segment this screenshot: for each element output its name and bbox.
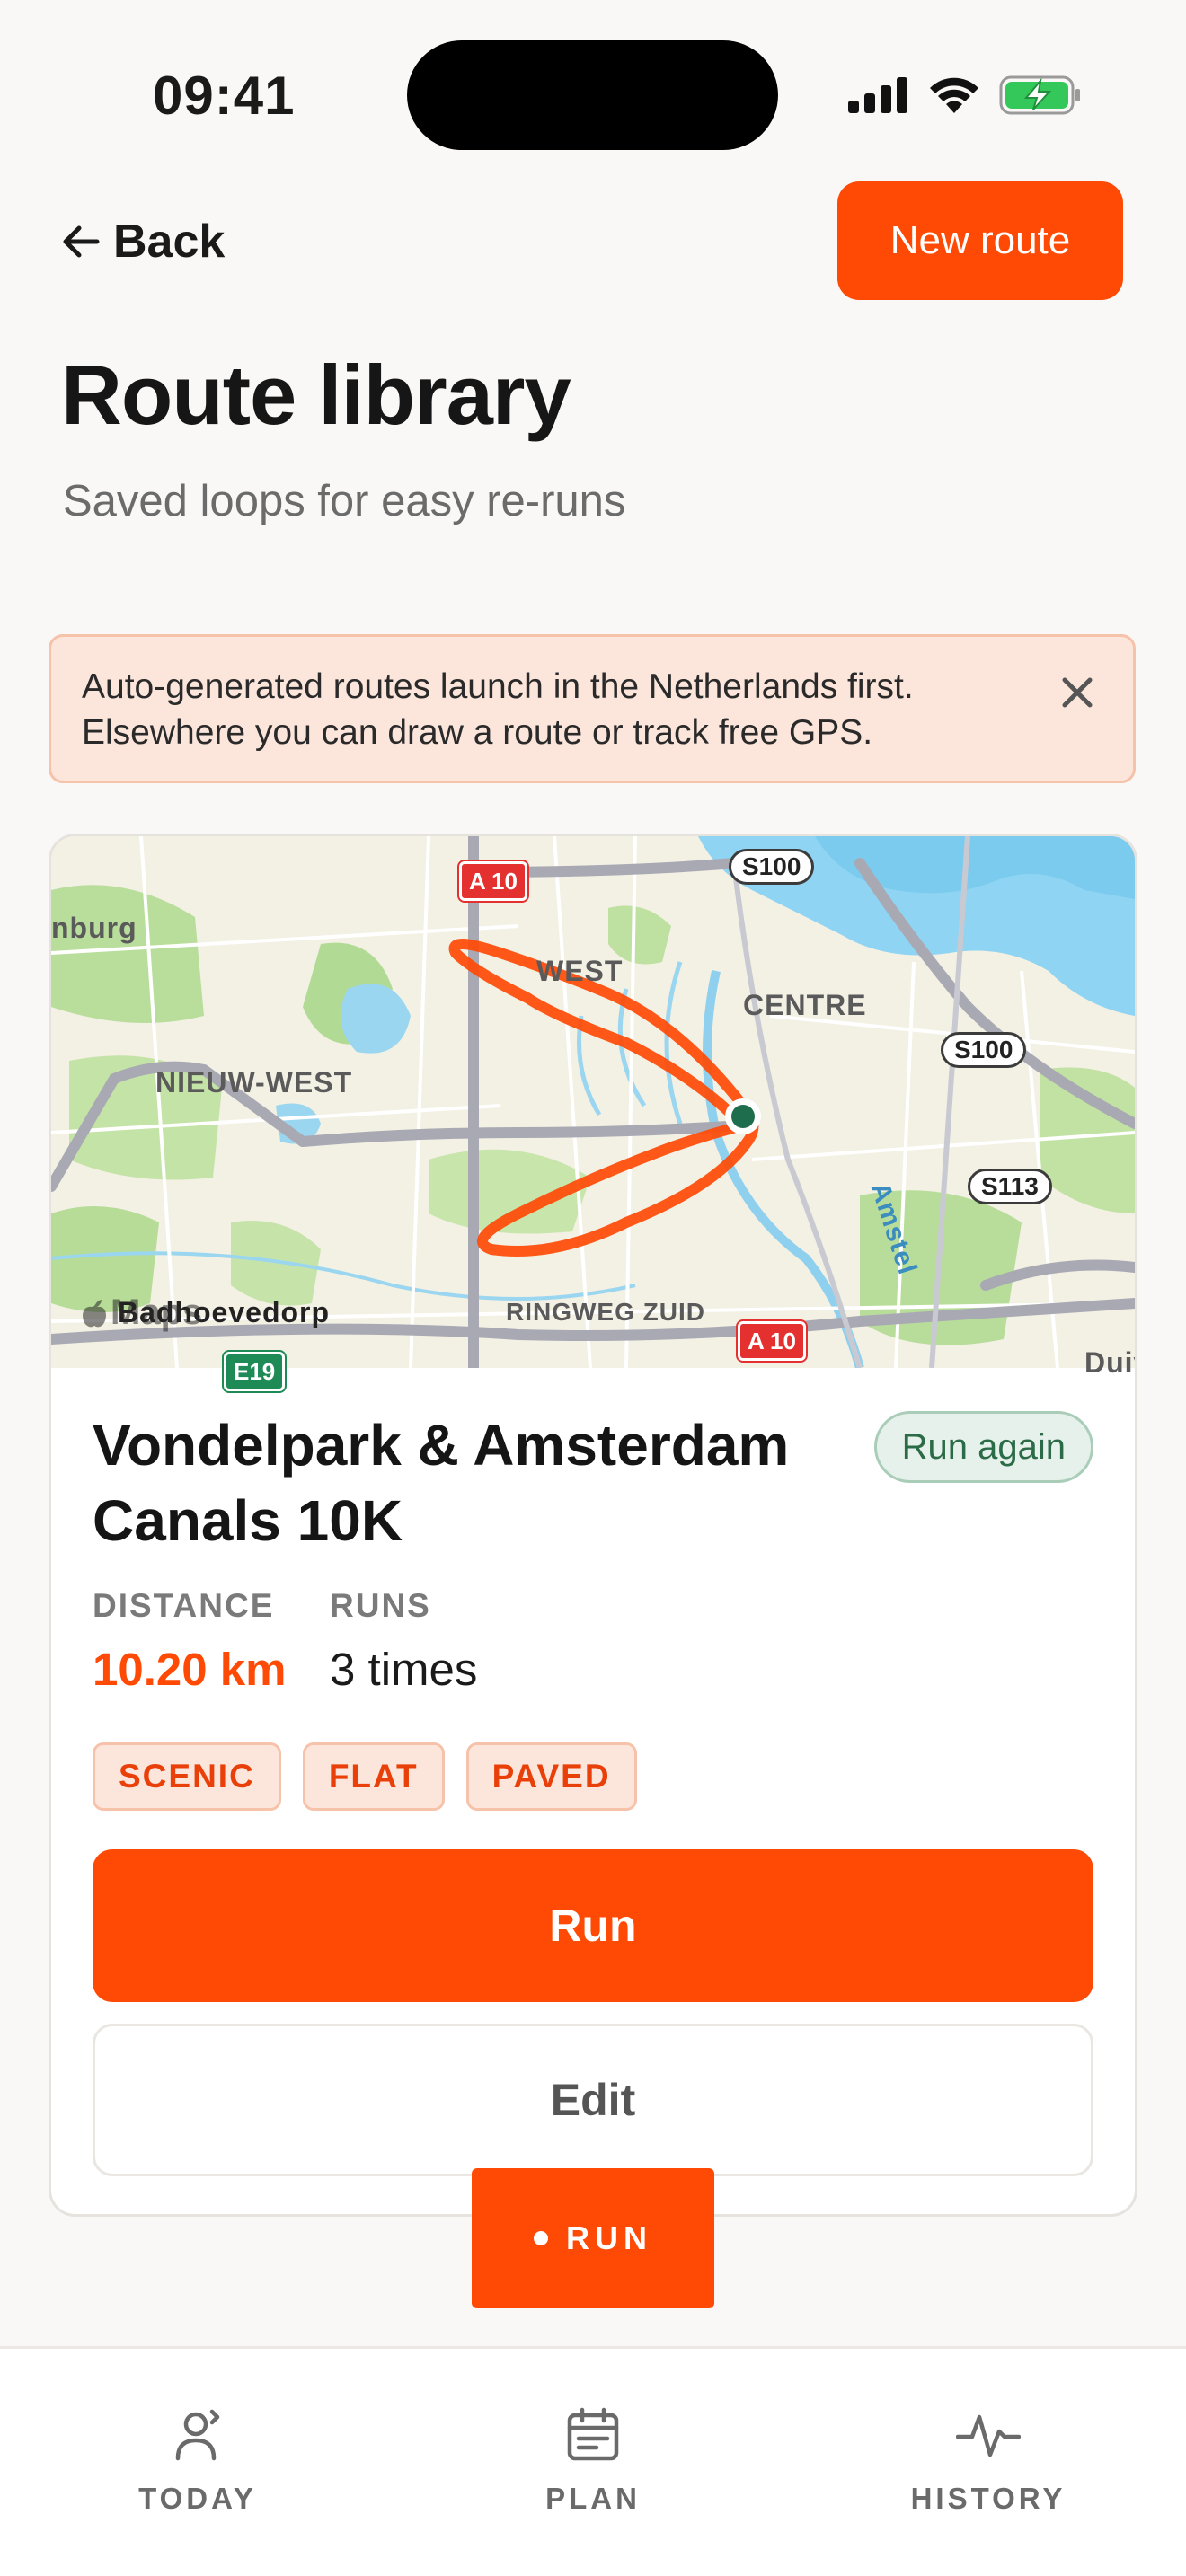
- tag-scenic: SCENIC: [93, 1742, 281, 1811]
- edit-button[interactable]: Edit: [93, 2024, 1093, 2176]
- map-label: RINGWEG ZUID: [506, 1298, 705, 1326]
- road-shield: S100: [729, 849, 815, 885]
- tab-plan[interactable]: PLAN: [458, 2406, 728, 2516]
- apple-logo-icon: [83, 1299, 106, 1327]
- back-link[interactable]: Back: [61, 210, 225, 273]
- runs-value: 3 times: [330, 1644, 478, 1695]
- page-subtitle: Saved loops for easy re-runs: [63, 477, 626, 525]
- back-label: Back: [113, 216, 226, 268]
- tab-history[interactable]: HISTORY: [854, 2406, 1123, 2516]
- activity-icon: [956, 2414, 1021, 2457]
- wifi-icon: [930, 77, 978, 113]
- route-title: Vondelpark & Amsterdam Canals 10K: [93, 1413, 790, 1553]
- battery-charging-icon: [999, 75, 1080, 115]
- road-shield: A 10: [459, 861, 527, 901]
- road-shield: E19: [224, 1352, 286, 1391]
- road-shield: A 10: [738, 1321, 806, 1361]
- status-time: 09:41: [153, 66, 296, 126]
- map-label: CENTRE: [743, 989, 867, 1021]
- new-route-button[interactable]: New route: [837, 181, 1123, 300]
- road-shield: S100: [941, 1032, 1027, 1068]
- banner-text: Auto-generated routes launch in the Neth…: [82, 667, 914, 752]
- tab-today-label: TODAY: [138, 2482, 257, 2515]
- page-title: Route library: [61, 348, 571, 442]
- tab-history-label: HISTORY: [910, 2482, 1067, 2515]
- map-label: nburg: [51, 912, 137, 944]
- recording-dot-icon: [534, 2231, 548, 2245]
- signal-icon: [848, 77, 907, 113]
- map-label: Duive: [1084, 1346, 1135, 1379]
- road-shield: S113: [968, 1169, 1052, 1204]
- map-label: NIEUW-WEST: [155, 1066, 353, 1098]
- info-banner: Auto-generated routes launch in the Neth…: [49, 634, 1136, 783]
- tab-today[interactable]: TODAY: [63, 2406, 332, 2516]
- close-icon[interactable]: [1056, 671, 1099, 714]
- maps-attribution-label: Maps: [111, 1292, 203, 1332]
- tab-plan-label: PLAN: [545, 2482, 641, 2515]
- route-tags: SCENIC FLAT PAVED: [93, 1742, 637, 1811]
- maps-attribution: Maps: [82, 1292, 202, 1333]
- calendar-icon: [567, 2407, 619, 2461]
- status-bar: 09:41: [0, 0, 1186, 189]
- dynamic-island: [407, 40, 778, 150]
- tag-flat: FLAT: [302, 1742, 445, 1811]
- route-card: nburg WEST CENTRE NIEUW-WEST Badhoevedor…: [49, 834, 1137, 2217]
- bottom-tab-bar: TODAY PLAN HISTORY: [0, 2346, 1186, 2576]
- distance-value: 10.20 km: [93, 1644, 287, 1695]
- route-map[interactable]: nburg WEST CENTRE NIEUW-WEST Badhoevedor…: [51, 836, 1135, 1391]
- run-again-badge[interactable]: Run again: [873, 1411, 1093, 1483]
- person-icon: [175, 2409, 220, 2461]
- floating-run-label: RUN: [566, 2219, 652, 2256]
- runs-label: RUNS: [330, 1587, 431, 1624]
- map-canvas: [51, 836, 1135, 1368]
- floating-run-button[interactable]: RUN: [472, 2168, 714, 2308]
- arrow-left-icon: [63, 225, 100, 258]
- map-label: WEST: [536, 955, 624, 987]
- tag-paved: PAVED: [465, 1742, 637, 1811]
- run-button[interactable]: Run: [93, 1849, 1093, 2002]
- distance-label: DISTANCE: [93, 1587, 275, 1624]
